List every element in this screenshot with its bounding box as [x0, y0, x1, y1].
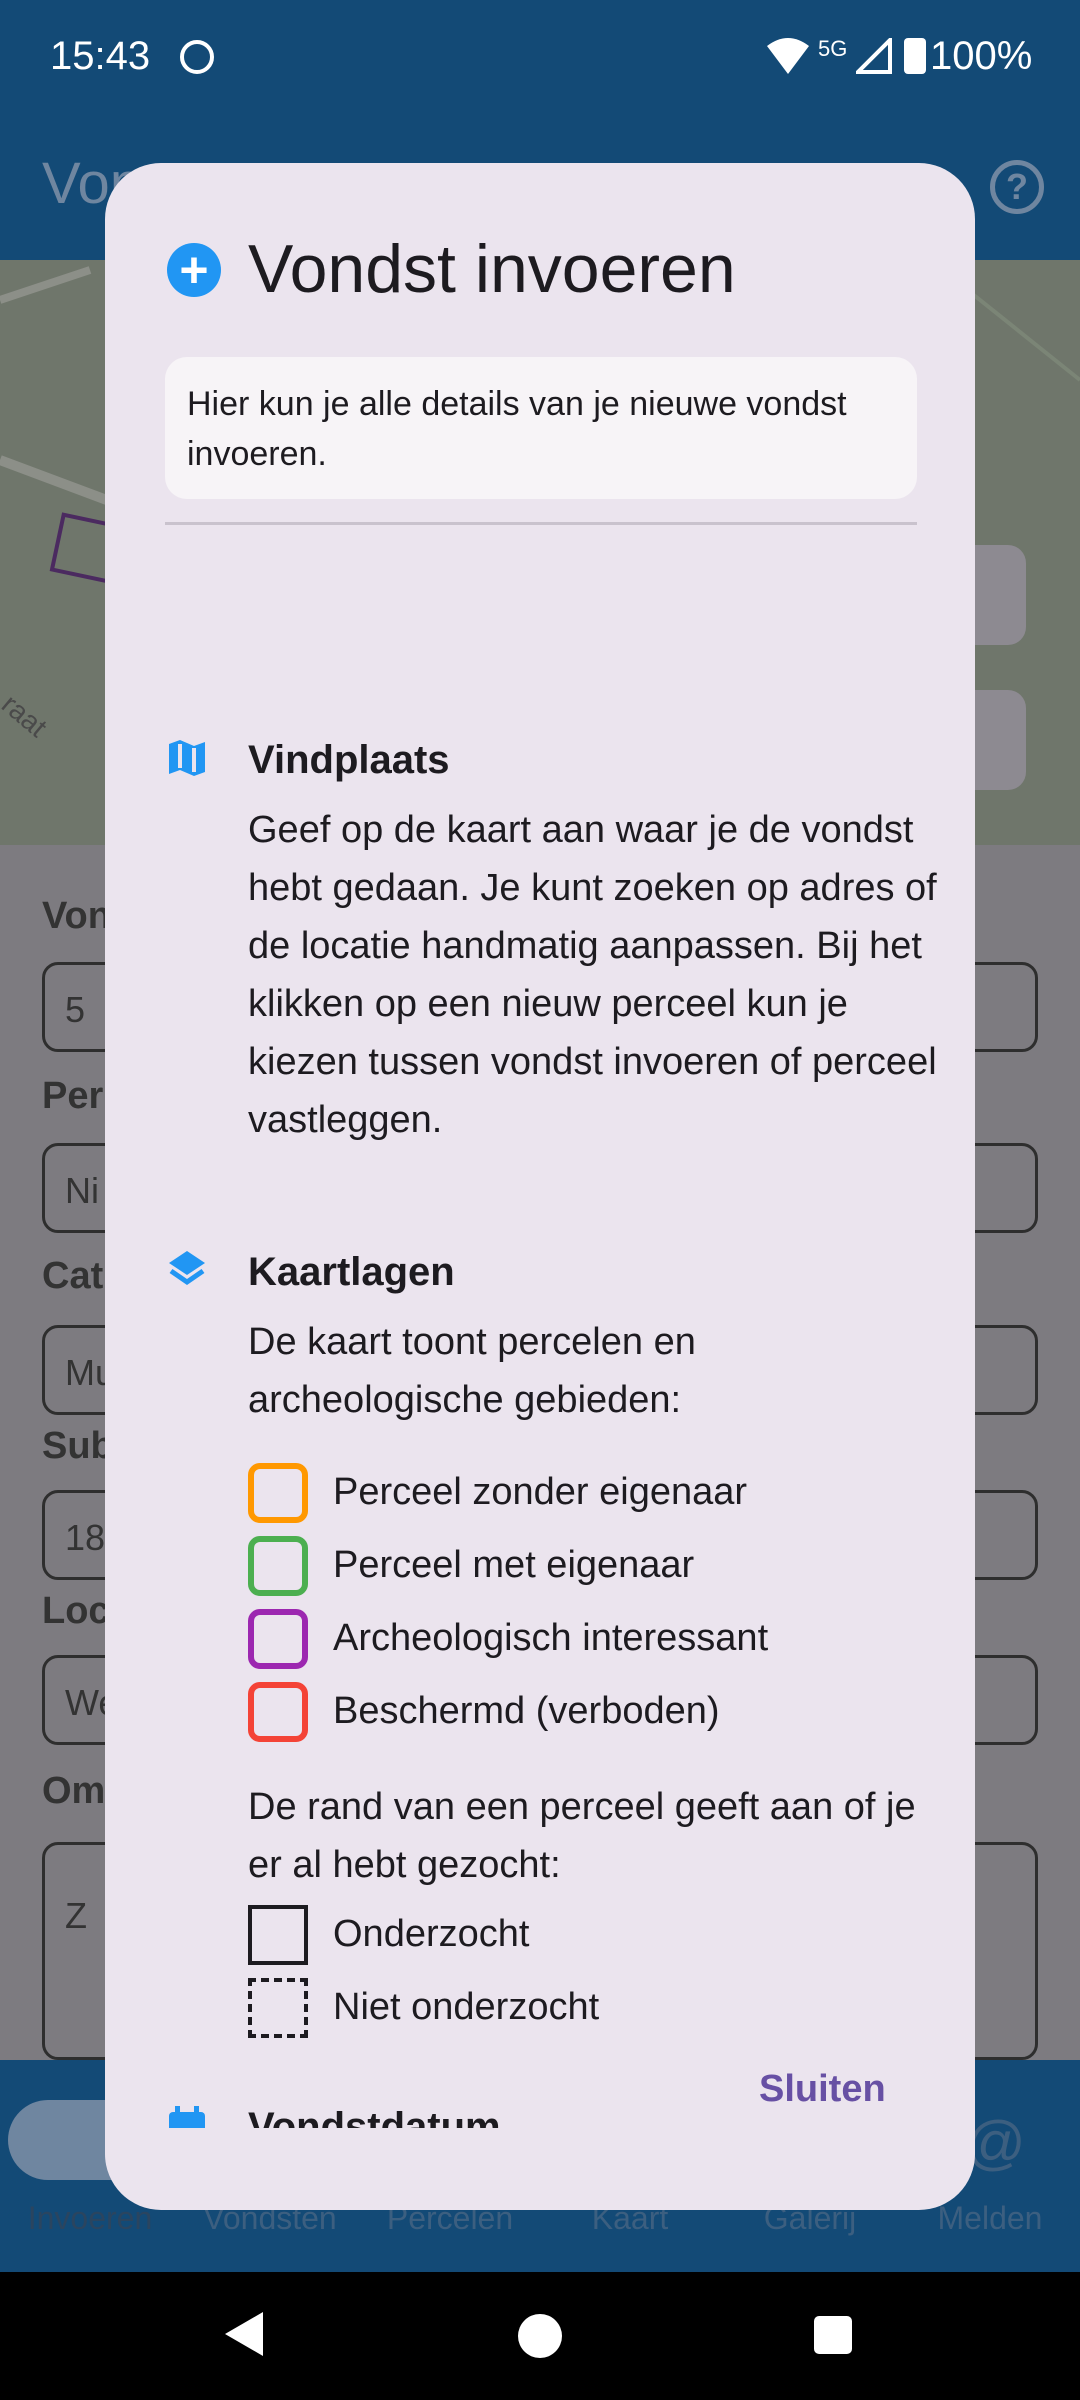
- section-heading-kaartlagen: Kaartlagen: [248, 1250, 455, 1294]
- legend-swatch-purple: [248, 1609, 308, 1669]
- legend-swatch-green: [248, 1536, 308, 1596]
- form-value: 18: [65, 1517, 106, 1558]
- legend-label: Perceel met eigenaar: [333, 1544, 695, 1586]
- form-value: 5: [65, 989, 86, 1030]
- form-label-locatie: Loc: [42, 1590, 110, 1632]
- close-button[interactable]: Sluiten: [735, 2056, 910, 2123]
- section-heading-vondstdatum: Vondstdatum: [248, 2105, 501, 2128]
- section-text-kaartlagen: De kaart toont percelen en archeologisch…: [248, 1321, 696, 1421]
- add-circle-icon: +: [167, 243, 221, 297]
- border-legend-label: Niet onderzocht: [333, 1986, 600, 2028]
- legend-label: Perceel zonder eigenaar: [333, 1471, 748, 1513]
- legend-label: Archeologisch interessant: [333, 1617, 769, 1659]
- back-icon[interactable]: [225, 2312, 263, 2356]
- layers-icon: [169, 1251, 205, 1286]
- section-heading-vindplaats: Vindplaats: [248, 738, 450, 782]
- dialog-content[interactable]: Vindplaats Geef op de kaart aan waar je …: [105, 528, 975, 2128]
- calendar-icon: [169, 2106, 205, 2128]
- battery-percentage: 100%: [930, 34, 1033, 78]
- wifi-icon: [767, 38, 809, 74]
- notification-icon: [180, 40, 214, 74]
- battery-icon: [904, 38, 926, 74]
- legend-swatch-red: [248, 1682, 308, 1742]
- legend-label: Beschermd (verboden): [333, 1690, 720, 1732]
- map-icon: [169, 740, 205, 776]
- form-label-vondst: Von: [42, 895, 111, 937]
- border-swatch-solid: [248, 1905, 308, 1965]
- home-icon[interactable]: [518, 2314, 562, 2358]
- recent-apps-icon[interactable]: [814, 2316, 852, 2354]
- border-explanation-text: De rand van een perceel geeft aan of je …: [248, 1786, 916, 1886]
- form-value: Z: [65, 1895, 87, 1936]
- form-label-periode: Per: [42, 1075, 104, 1117]
- signal-icon: [856, 38, 892, 74]
- status-bar: 15:43 5G 100%: [0, 0, 1080, 116]
- section-text-vindplaats: Geef op de kaart aan waar je de vondst h…: [248, 809, 937, 1141]
- dialog-title: Vondst invoeren: [248, 231, 736, 307]
- network-type-label: 5G: [818, 36, 848, 61]
- form-label-omschrijving: Om: [42, 1770, 106, 1812]
- border-swatch-dashed: [248, 1978, 308, 2038]
- form-label-categorie: Cat: [42, 1255, 104, 1297]
- form-value: Ni: [65, 1170, 99, 1211]
- legend-swatch-orange: [248, 1463, 308, 1523]
- form-label-subcategorie: Sub: [42, 1425, 114, 1467]
- info-dialog: + Vondst invoeren Hier kun je alle detai…: [105, 163, 975, 2210]
- help-icon[interactable]: ?: [990, 160, 1044, 214]
- divider: [165, 522, 917, 525]
- border-legend-label: Onderzocht: [333, 1913, 530, 1955]
- dialog-intro: Hier kun je alle details van je nieuwe v…: [165, 357, 917, 499]
- status-time: 15:43: [50, 34, 151, 78]
